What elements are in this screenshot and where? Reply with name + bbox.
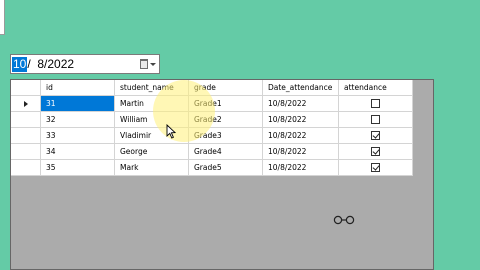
cell-id[interactable]: 33 [41, 128, 115, 144]
calendar-icon [140, 59, 148, 69]
cell-student-name[interactable]: George [115, 144, 189, 160]
row-header[interactable] [11, 128, 41, 144]
table-row[interactable]: 33 Vladimir Grade3 10/8/2022 [11, 128, 413, 144]
cell-attendance[interactable] [339, 160, 413, 176]
row-header[interactable] [11, 96, 41, 112]
row-header[interactable] [11, 144, 41, 160]
table-row[interactable]: 34 George Grade4 10/8/2022 [11, 144, 413, 160]
cell-date-attendance[interactable]: 10/8/2022 [263, 144, 339, 160]
cursor-highlight [153, 80, 215, 142]
attendance-checkbox[interactable] [371, 99, 380, 108]
cell-date-attendance[interactable]: 10/8/2022 [263, 96, 339, 112]
cell-attendance[interactable] [339, 112, 413, 128]
attendance-checkbox[interactable] [371, 115, 380, 124]
attendance-checkbox[interactable] [371, 131, 380, 140]
attendance-grid[interactable]: id student_name grade Date_attendance at… [10, 79, 434, 270]
cell-attendance[interactable] [339, 96, 413, 112]
date-month-segment[interactable]: 10 [12, 56, 28, 72]
corner-header[interactable] [11, 80, 41, 96]
date-rest[interactable]: / 8/2022 [27, 57, 74, 71]
link-icon [333, 215, 355, 225]
table-row[interactable]: 35 Mark Grade5 10/8/2022 [11, 160, 413, 176]
cell-attendance[interactable] [339, 144, 413, 160]
row-header[interactable] [11, 112, 41, 128]
cell-date-attendance[interactable]: 10/8/2022 [263, 128, 339, 144]
background-window-edge [0, 0, 5, 35]
cell-date-attendance[interactable]: 10/8/2022 [263, 160, 339, 176]
date-picker[interactable]: 10 / 8/2022 [10, 54, 160, 74]
column-header-date-attendance[interactable]: Date_attendance [263, 80, 339, 96]
cell-date-attendance[interactable]: 10/8/2022 [263, 112, 339, 128]
attendance-checkbox[interactable] [371, 147, 380, 156]
cell-id[interactable]: 34 [41, 144, 115, 160]
cell-id[interactable]: 32 [41, 112, 115, 128]
column-header-id[interactable]: id [41, 80, 115, 96]
calendar-dropdown-button[interactable] [140, 58, 156, 70]
column-header-attendance[interactable]: attendance [339, 80, 413, 96]
cell-id[interactable]: 35 [41, 160, 115, 176]
current-row-arrow-icon [23, 100, 28, 107]
attendance-checkbox[interactable] [371, 163, 380, 172]
chevron-down-icon [150, 62, 156, 66]
grid-header-row: id student_name grade Date_attendance at… [11, 80, 413, 96]
cell-attendance[interactable] [339, 128, 413, 144]
mouse-pointer-icon [166, 124, 176, 139]
cell-grade[interactable]: Grade5 [189, 160, 263, 176]
row-header[interactable] [11, 160, 41, 176]
cell-id[interactable]: 31 [41, 96, 115, 112]
cell-grade[interactable]: Grade4 [189, 144, 263, 160]
cell-student-name[interactable]: Mark [115, 160, 189, 176]
